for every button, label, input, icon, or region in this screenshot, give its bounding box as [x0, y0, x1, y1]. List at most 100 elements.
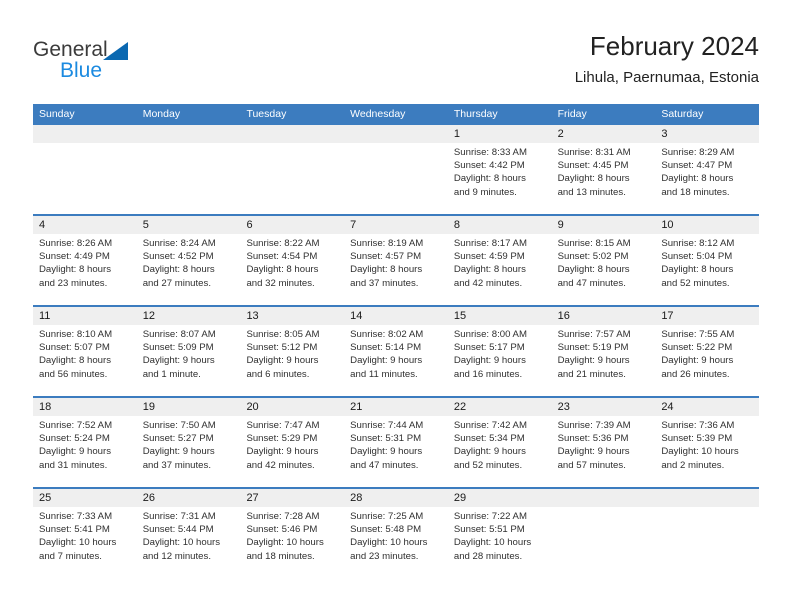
- day-cell[interactable]: Sunrise: 8:22 AM Sunset: 4:54 PM Daylight:…: [240, 234, 344, 305]
- general-blue-logo[interactable]: General Blue: [33, 38, 163, 84]
- day-cell[interactable]: Sunrise: 8:07 AM Sunset: 5:09 PM Daylight:…: [137, 325, 241, 396]
- title-block: February 2024 Lihula, Paernumaa, Estonia: [575, 30, 759, 89]
- day-cell-empty: [344, 143, 448, 214]
- day-cell[interactable]: Sunrise: 7:55 AM Sunset: 5:22 PM Daylight:…: [655, 325, 759, 396]
- day-cell[interactable]: Sunrise: 8:33 AM Sunset: 4:42 PM Daylight:…: [448, 143, 552, 214]
- day-cell[interactable]: Sunrise: 8:26 AM Sunset: 4:49 PM Daylight:…: [33, 234, 137, 305]
- day-number[interactable]: 12: [137, 307, 241, 325]
- day-detail-line: Sunrise: 8:05 AM: [246, 329, 320, 340]
- day-number[interactable]: 7: [344, 216, 448, 234]
- day-cell[interactable]: Sunrise: 7:42 AM Sunset: 5:34 PM Daylight:…: [448, 416, 552, 487]
- day-detail-line: and 42 minutes.: [453, 277, 523, 289]
- day-number[interactable]: 8: [448, 216, 552, 234]
- weekday-header-friday: Friday: [557, 108, 587, 120]
- day-number[interactable]: 26: [137, 489, 241, 507]
- day-cell[interactable]: Sunrise: 8:10 AM Sunset: 5:07 PM Daylight:…: [33, 325, 137, 396]
- day-cell[interactable]: Sunrise: 8:31 AM Sunset: 4:45 PM Daylight:…: [552, 143, 656, 214]
- day-cell[interactable]: Sunrise: 7:47 AM Sunset: 5:29 PM Daylight:…: [240, 416, 344, 487]
- day-number[interactable]: 19: [137, 398, 241, 416]
- day-detail-line: Sunset: 5:12 PM: [246, 342, 318, 354]
- day-number[interactable]: 10: [655, 216, 759, 234]
- day-number[interactable]: 28: [344, 489, 448, 507]
- day-number[interactable]: 18: [33, 398, 137, 416]
- day-cell[interactable]: Sunrise: 8:12 AM Sunset: 5:04 PM Daylight:…: [655, 234, 759, 305]
- day-number[interactable]: 29: [448, 489, 552, 507]
- day-cell[interactable]: Sunrise: 8:02 AM Sunset: 5:14 PM Daylight:…: [344, 325, 448, 396]
- day-detail-line: Daylight: 8 hours: [142, 264, 215, 276]
- day-detail-line: Sunrise: 7:31 AM: [142, 511, 216, 522]
- day-number[interactable]: 22: [448, 398, 552, 416]
- day-cell[interactable]: Sunrise: 7:25 AM Sunset: 5:48 PM Daylight:…: [344, 507, 448, 578]
- day-detail-line: Sunrise: 8:24 AM: [142, 238, 216, 249]
- day-detail-line: and 42 minutes.: [246, 459, 315, 471]
- day-cell[interactable]: Sunrise: 8:15 AM Sunset: 5:02 PM Daylight:…: [552, 234, 656, 305]
- calendar-week-row: 25 26 27 28 29 Sunrise: 7:33 AM Sunset: 5:41 P…: [33, 487, 759, 578]
- weekday-header-wednesday: Wednesday: [350, 108, 406, 120]
- week-date-number-band: 11 12 13 14 15 16 17: [33, 307, 759, 325]
- day-cell[interactable]: Sunrise: 7:57 AM Sunset: 5:19 PM Daylight:…: [552, 325, 656, 396]
- day-cell[interactable]: Sunrise: 8:29 AM Sunset: 4:47 PM Daylight:…: [655, 143, 759, 214]
- day-detail-line: Sunrise: 8:02 AM: [350, 329, 424, 340]
- day-number[interactable]: 24: [655, 398, 759, 416]
- day-number[interactable]: 1: [448, 125, 552, 143]
- week-detail-band: Sunrise: 8:10 AM Sunset: 5:07 PM Daylight:…: [33, 325, 759, 396]
- day-cell[interactable]: Sunrise: 7:44 AM Sunset: 5:31 PM Daylight:…: [344, 416, 448, 487]
- day-number[interactable]: 15: [448, 307, 552, 325]
- day-detail-line: Sunset: 4:47 PM: [661, 160, 733, 172]
- day-cell[interactable]: Sunrise: 7:28 AM Sunset: 5:46 PM Daylight:…: [240, 507, 344, 578]
- day-number[interactable]: 27: [240, 489, 344, 507]
- day-detail-line: and 47 minutes.: [557, 277, 626, 289]
- day-number[interactable]: 9: [552, 216, 656, 234]
- day-number[interactable]: 23: [552, 398, 656, 416]
- day-detail-line: and 28 minutes.: [453, 550, 523, 562]
- day-detail-line: Sunrise: 8:22 AM: [246, 238, 320, 249]
- day-cell[interactable]: Sunrise: 7:22 AM Sunset: 5:51 PM Daylight:…: [448, 507, 552, 578]
- day-cell[interactable]: Sunrise: 8:24 AM Sunset: 4:52 PM Daylight:…: [137, 234, 241, 305]
- day-detail-line: and 18 minutes.: [661, 186, 730, 198]
- day-number[interactable]: 11: [33, 307, 137, 325]
- day-number-empty: [655, 489, 759, 507]
- day-cell[interactable]: Sunrise: 7:50 AM Sunset: 5:27 PM Daylight:…: [137, 416, 241, 487]
- day-number[interactable]: 4: [33, 216, 137, 234]
- day-number[interactable]: 21: [344, 398, 448, 416]
- day-detail-line: Sunrise: 8:00 AM: [453, 329, 527, 340]
- weekday-header-tuesday: Tuesday: [246, 108, 287, 120]
- day-detail-line: and 23 minutes.: [39, 277, 108, 289]
- day-number[interactable]: 16: [552, 307, 656, 325]
- calendar-page: General Blue February 2024 Lihula, Paern…: [0, 0, 792, 612]
- day-detail-line: and 56 minutes.: [39, 368, 108, 380]
- calendar-week-row: 18 19 20 21 22 23 24 Sunrise: 7:52 AM Sunset: 5:…: [33, 396, 759, 487]
- day-number[interactable]: 20: [240, 398, 344, 416]
- day-cell[interactable]: Sunrise: 8:19 AM Sunset: 4:57 PM Daylight:…: [344, 234, 448, 305]
- day-number[interactable]: 13: [240, 307, 344, 325]
- day-number[interactable]: 14: [344, 307, 448, 325]
- day-cell[interactable]: Sunrise: 8:17 AM Sunset: 4:59 PM Daylight:…: [448, 234, 552, 305]
- calendar-weeks: 1 2 3 Sunrise: 8:33 AM Sunset: 4:42 PM Daylig…: [33, 125, 759, 578]
- triangle-icon: [103, 42, 128, 60]
- day-detail-line: Sunrise: 8:29 AM: [661, 147, 735, 158]
- day-cell[interactable]: Sunrise: 7:31 AM Sunset: 5:44 PM Daylight:…: [137, 507, 241, 578]
- day-number[interactable]: 5: [137, 216, 241, 234]
- day-detail-line: Sunrise: 8:12 AM: [661, 238, 735, 249]
- day-detail-line: Sunset: 5:36 PM: [557, 433, 629, 445]
- day-number[interactable]: 6: [240, 216, 344, 234]
- day-detail-line: Daylight: 9 hours: [39, 446, 111, 458]
- day-cell[interactable]: Sunrise: 8:05 AM Sunset: 5:12 PM Daylight:…: [240, 325, 344, 396]
- day-cell[interactable]: Sunrise: 7:33 AM Sunset: 5:41 PM Daylight:…: [33, 507, 137, 578]
- day-detail-line: Sunset: 4:57 PM: [350, 251, 422, 263]
- day-cell[interactable]: Sunrise: 7:39 AM Sunset: 5:36 PM Daylight:…: [552, 416, 656, 487]
- page-subtitle: Lihula, Paernumaa, Estonia: [574, 69, 759, 86]
- day-detail-line: Sunset: 5:44 PM: [142, 524, 214, 536]
- day-cell-empty: [137, 143, 241, 214]
- day-detail-line: Daylight: 9 hours: [453, 446, 526, 458]
- day-cell[interactable]: Sunrise: 7:52 AM Sunset: 5:24 PM Daylight:…: [33, 416, 137, 487]
- day-number[interactable]: 25: [33, 489, 137, 507]
- day-number[interactable]: 17: [655, 307, 759, 325]
- day-number[interactable]: 3: [655, 125, 759, 143]
- day-detail-line: and 52 minutes.: [661, 277, 730, 289]
- day-number[interactable]: 2: [552, 125, 656, 143]
- day-cell[interactable]: Sunrise: 7:36 AM Sunset: 5:39 PM Daylight:…: [655, 416, 759, 487]
- day-cell[interactable]: Sunrise: 8:00 AM Sunset: 5:17 PM Daylight:…: [448, 325, 552, 396]
- day-detail-line: Sunset: 5:04 PM: [661, 251, 733, 263]
- weekday-header-thursday: Thursday: [453, 108, 498, 120]
